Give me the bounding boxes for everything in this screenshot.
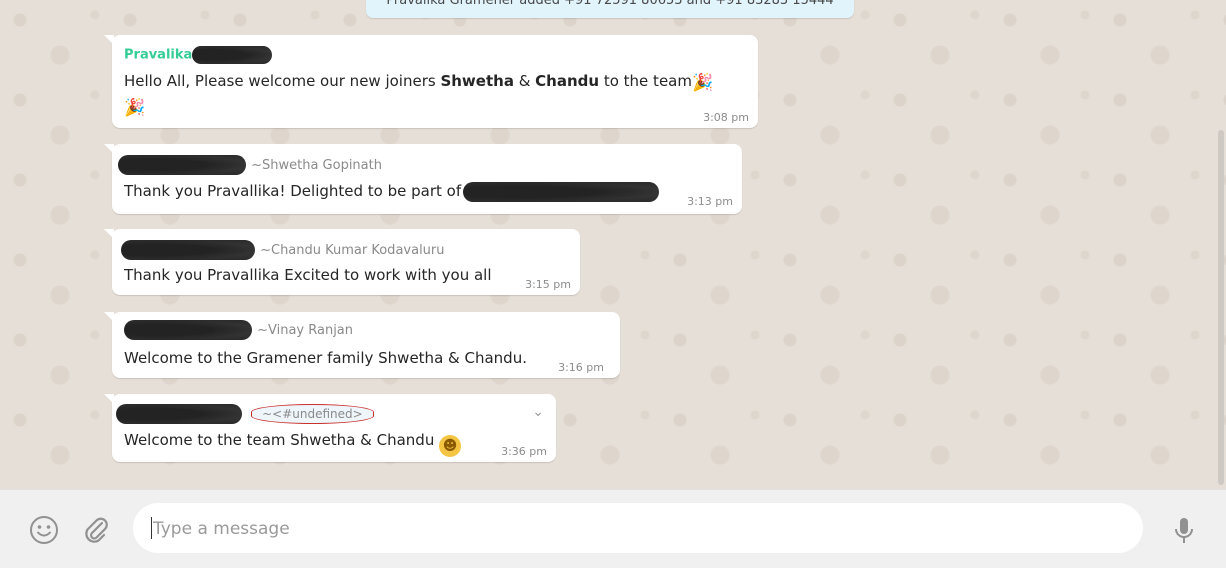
message-time: 3:36 pm <box>501 445 547 458</box>
message-time: 3:13 pm <box>687 195 733 208</box>
sender-name[interactable]: Pravalika <box>124 48 192 63</box>
message-text: Welcome to the Gramener family Shwetha &… <box>124 349 527 367</box>
message-time: 3:08 pm <box>703 111 749 124</box>
composer-bar <box>0 489 1226 568</box>
redacted-name <box>116 403 242 424</box>
redacted-name <box>121 239 255 260</box>
chevron-down-icon[interactable]: ⌄ <box>532 404 544 420</box>
bubble-tail <box>104 35 114 45</box>
message-bubble[interactable]: ~Shwetha Gopinath Thank you Pravallika! … <box>104 144 742 214</box>
sender-pushname: ~Vinay Ranjan <box>257 323 354 338</box>
message-bubble[interactable]: ⌄ ~<#undefined> Welcome to the team Shwe… <box>104 394 556 462</box>
message-text: Thank you Pravallika! Delighted to be pa… <box>124 182 462 200</box>
message-text: Thank you Pravallika Excited to work wit… <box>124 266 492 284</box>
redacted-name <box>192 46 273 64</box>
bubble-tail <box>104 144 114 154</box>
message-bubble[interactable]: ~Vinay Ranjan Welcome to the Gramener fa… <box>104 312 620 378</box>
system-message-text: Pravalika Gramener added +91 72591 80653… <box>386 0 834 8</box>
bubble-tail <box>104 312 114 322</box>
message-input-container[interactable] <box>133 503 1143 555</box>
message-text: Hello All, Please welcome our new joiner… <box>124 72 714 118</box>
bubble-tail <box>104 229 114 239</box>
message-bubble[interactable]: ~Chandu Kumar Kodavaluru Thank you Prava… <box>104 229 580 295</box>
sender-pushname: ~Shwetha Gopinath <box>251 158 382 173</box>
chat-panel: Pravalika Gramener added +91 72591 80653… <box>0 0 1226 489</box>
party-popper-icon: 🎉 <box>691 73 714 93</box>
sender-pushname: ~Chandu Kumar Kodavaluru <box>260 243 445 258</box>
chat-scrollbar[interactable] <box>1218 130 1224 485</box>
party-popper-icon: 🎉 <box>124 98 146 118</box>
redacted-name <box>118 154 246 175</box>
redacted-text <box>463 181 660 202</box>
system-message: Pravalika Gramener added +91 72591 80653… <box>366 0 854 18</box>
microphone-icon[interactable] <box>1168 514 1200 546</box>
emoji-icon[interactable] <box>28 514 60 546</box>
sender-pushname: ~<#undefined> <box>251 404 374 424</box>
message-input[interactable] <box>151 503 1135 555</box>
smiling-face-icon: ☻ <box>439 435 462 457</box>
bubble-tail <box>104 394 114 404</box>
redacted-name <box>124 319 252 340</box>
message-time: 3:15 pm <box>525 278 571 291</box>
paperclip-icon[interactable] <box>80 514 112 546</box>
message-time: 3:16 pm <box>558 361 604 374</box>
message-text: Welcome to the team Shwetha & Chandu <box>124 431 435 449</box>
message-bubble[interactable]: Pravalika Hello All, Please welcome our … <box>104 35 758 128</box>
